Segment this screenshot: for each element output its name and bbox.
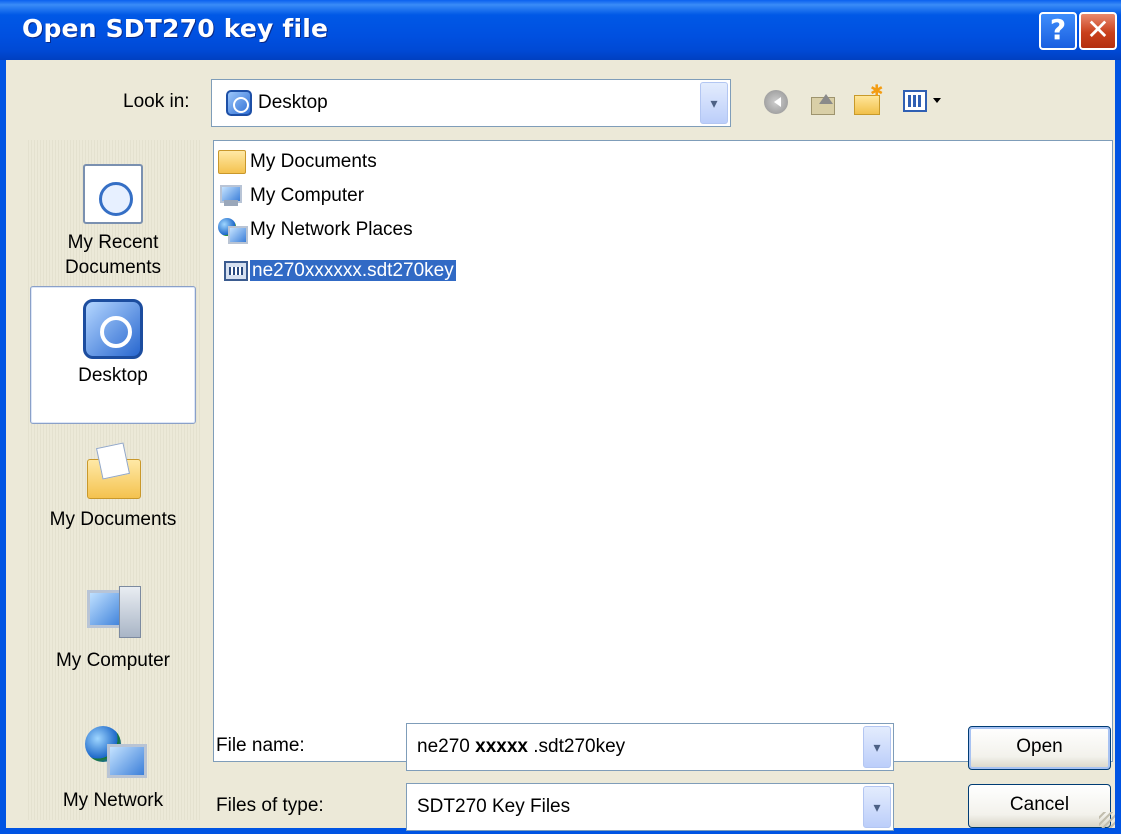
file-name: My Computer [250,185,365,206]
desktop-icon [226,90,252,116]
dialog-body: Look in: Desktop ▾ My Recent Documents D… [6,60,1115,831]
list-item[interactable]: My Network Places [218,215,415,245]
my-network-icon [83,724,147,784]
file-name-prefix: ne270 [417,736,476,757]
place-desktop[interactable]: Desktop [30,286,196,424]
look-in-label: Look in: [123,91,190,112]
new-folder-icon[interactable] [854,81,884,115]
file-name: My Network Places [250,219,413,240]
look-in-value: Desktop [258,92,328,113]
file-name-input[interactable]: ne270 xxxxx .sdt270key ▾ [406,723,894,771]
key-file-icon [224,261,248,281]
views-menu-icon[interactable] [903,87,951,117]
computer-icon [218,184,246,208]
file-name: My Documents [250,151,377,172]
title-bar: Open SDT270 key file ? ✕ [0,0,1121,60]
place-label: My Network [62,790,164,811]
file-name-label: File name: [216,735,305,756]
my-computer-icon [83,584,143,644]
list-item[interactable]: My Documents [218,147,379,177]
file-type-value: SDT270 Key Files [417,796,571,817]
file-name: ne270xxxxxx.sdt270key [250,260,456,281]
back-icon[interactable] [764,90,788,114]
chevron-down-icon[interactable]: ▾ [863,726,891,768]
file-type-dropdown[interactable]: SDT270 Key Files ▾ [406,783,894,831]
place-my-recent-documents[interactable]: My Recent Documents [30,152,196,282]
place-my-network[interactable]: My Network [30,718,196,818]
chevron-down-icon[interactable]: ▾ [700,82,728,124]
file-name-bold: xxxxx [475,736,528,757]
file-name-suffix: .sdt270key [527,736,626,757]
my-documents-icon [83,441,143,501]
file-name-value: ne270 xxxxx .sdt270key [417,736,625,758]
place-label: Desktop [78,365,148,386]
file-list[interactable]: My Documents My Computer My Network Plac… [213,140,1113,762]
network-icon [218,218,248,244]
help-button[interactable]: ? [1039,12,1077,50]
list-item-selected[interactable]: ne270xxxxxx.sdt270key [224,256,456,286]
place-label: My Recent [67,232,159,253]
close-button[interactable]: ✕ [1079,12,1117,50]
place-label-line2: Documents [64,257,162,278]
views-grid-icon [903,90,927,112]
desktop-icon [83,299,143,359]
dialog-title: Open SDT270 key file [22,14,329,43]
list-item[interactable]: My Computer [218,181,366,211]
file-type-label: Files of type: [216,795,324,816]
look-in-dropdown[interactable]: Desktop ▾ [211,79,731,127]
open-file-dialog: Open SDT270 key file ? ✕ Look in: Deskto… [0,0,1121,834]
chevron-down-icon[interactable]: ▾ [863,786,891,828]
folder-icon [218,150,246,174]
places-bar: My Recent Documents Desktop My Documents… [28,140,200,820]
place-label: My Documents [49,509,177,530]
up-folder-icon[interactable] [809,87,837,115]
dropdown-arrow-icon [933,98,941,107]
open-button[interactable]: Open [968,726,1111,770]
place-my-computer[interactable]: My Computer [30,578,196,698]
place-my-documents[interactable]: My Documents [30,435,196,555]
recent-documents-icon [83,164,143,224]
place-label: My Computer [55,650,171,671]
resize-grip[interactable] [1099,812,1115,828]
cancel-button[interactable]: Cancel [968,784,1111,828]
